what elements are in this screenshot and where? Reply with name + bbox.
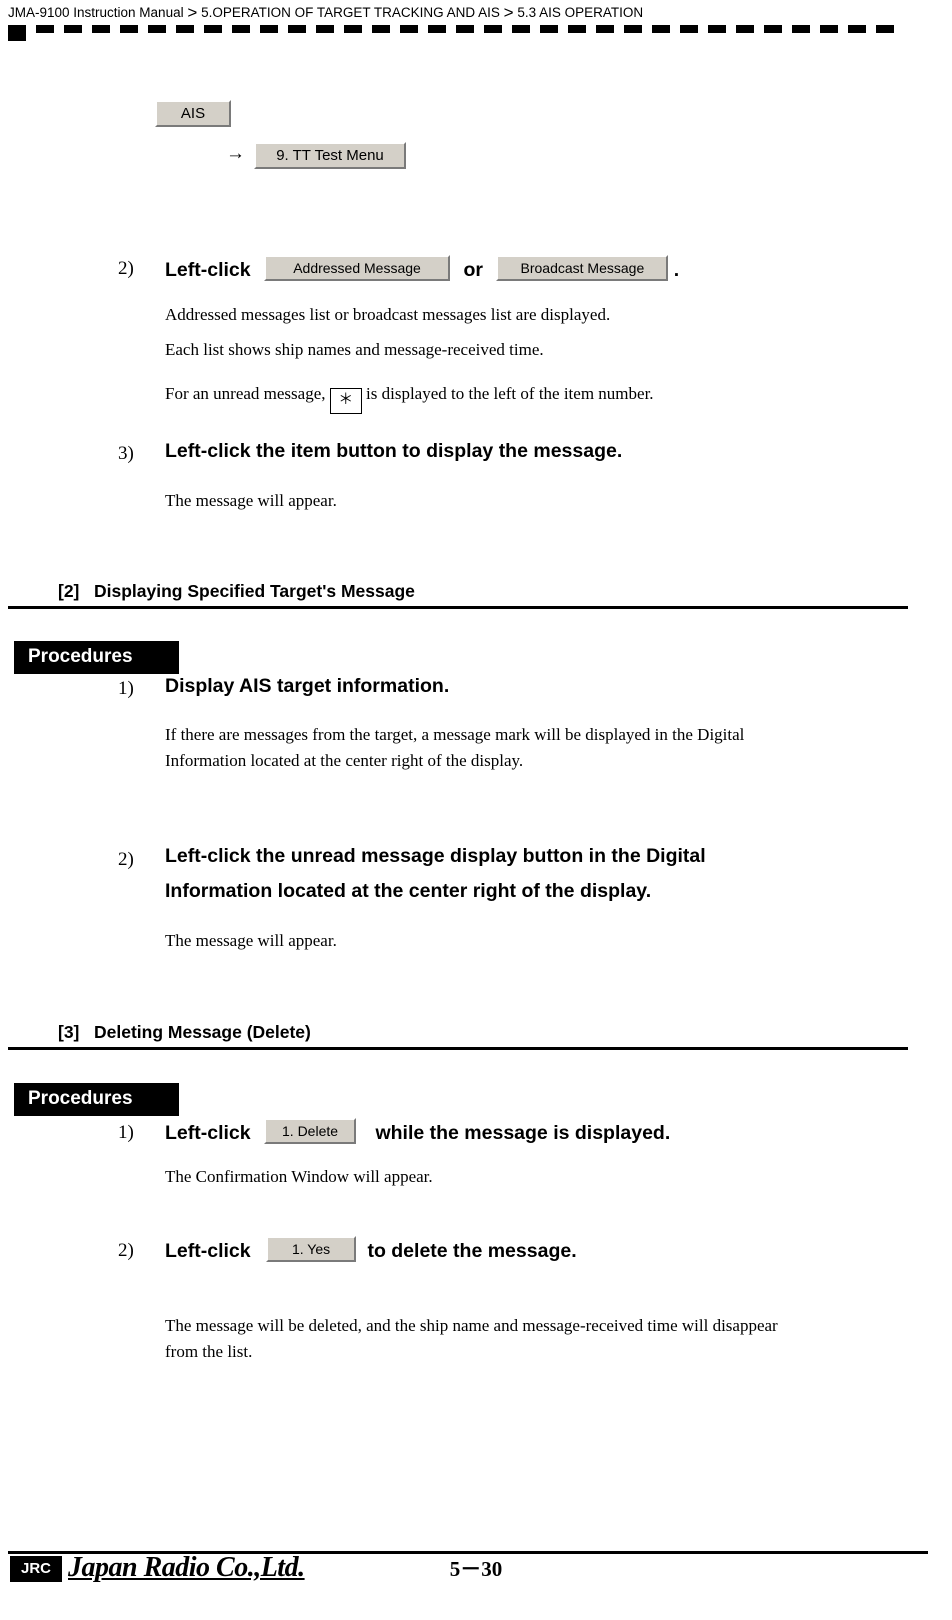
step-head-s3-2-prefix: Left-click (165, 1240, 251, 1262)
step-head-s2-2-line1: Left-click the unread message display bu… (165, 845, 706, 867)
yes-button[interactable]: 1. Yes (266, 1236, 357, 1262)
header-section: 5.3 AIS OPERATION (517, 5, 644, 20)
section-3-title: Deleting Message (Delete) (94, 1022, 311, 1042)
step-number-s2-1: 1) (118, 678, 134, 699)
step-head-s3-1-suffix: while the message is displayed. (375, 1122, 671, 1144)
step-head-s3-2-suffix: to delete the message. (367, 1240, 577, 1262)
delete-button[interactable]: 1. Delete (264, 1118, 357, 1144)
step-head-top-2-prefix: Left-click (165, 259, 251, 281)
broadcast-message-button[interactable]: Broadcast Message (496, 255, 669, 281)
unread-message-text-pre: For an unread message, (165, 384, 326, 403)
header-separator-2: > (503, 3, 514, 22)
page-number: 5－30 (449, 1557, 503, 1581)
header-separator-1: > (187, 3, 198, 22)
ais-button[interactable]: AIS (155, 100, 231, 127)
step-head-s3-2: Left-click 1. Yes to delete the message. (165, 1236, 577, 1263)
section-2-heading: [2] Displaying Specified Target's Message (58, 581, 415, 602)
section-3-heading: [3] Deleting Message (Delete) (58, 1022, 311, 1043)
step-body-s2-2: The message will appear. (165, 931, 337, 950)
section-2-rule (8, 606, 908, 609)
procedures-label-section-3: Procedures (14, 1083, 179, 1116)
step-number-s3-2: 2) (118, 1240, 134, 1261)
addressed-message-button[interactable]: Addressed Message (264, 255, 451, 281)
header-breadcrumb: JMA-9100 Instruction Manual > 5.OPERATIO… (8, 3, 643, 23)
step-head-s3-1: Left-click 1. Delete while the message i… (165, 1118, 670, 1145)
page-header: JMA-9100 Instruction Manual > 5.OPERATIO… (0, 0, 952, 26)
tt-test-menu-button[interactable]: 9. TT Test Menu (254, 142, 406, 169)
step-body-top-3: The message will appear. (165, 491, 337, 510)
procedures-label-section-2: Procedures (14, 641, 179, 674)
unread-message-text-post: is displayed to the left of the item num… (366, 384, 654, 403)
step-body-top-2-line3: For an unread message, ＊ is displayed to… (165, 382, 654, 414)
step-head-top-2: Left-click Addressed Message or Broadcas… (165, 255, 679, 282)
step-body-top-2-line1: Addressed messages list or broadcast mes… (165, 305, 611, 324)
step-body-s3-1: The Confirmation Window will appear. (165, 1167, 433, 1186)
step-body-s3-2-line2: from the list. (165, 1342, 253, 1361)
unread-mark-icon: ＊ (329, 388, 362, 414)
step-number-top-2: 2) (118, 258, 134, 279)
section-2-title: Displaying Specified Target's Message (94, 581, 415, 601)
step-head-s2-2-line2: Information located at the center right … (165, 880, 652, 902)
step-number-s2-2: 2) (118, 849, 134, 870)
step-body-s3-2-line1: The message will be deleted, and the shi… (165, 1316, 778, 1335)
header-chapter: 5.OPERATION OF TARGET TRACKING AND AIS (201, 5, 500, 20)
step-body-s2-1-line2: Information located at the center right … (165, 751, 524, 770)
step-head-top-2-period: . (673, 259, 680, 281)
step-head-top-3: Left-click the item button to display th… (165, 440, 623, 462)
step-head-s3-1-prefix: Left-click (165, 1122, 251, 1144)
header-dashed-rule (8, 25, 928, 41)
header-manual-title: JMA-9100 Instruction Manual (8, 5, 184, 20)
step-head-s2-1: Display AIS target information. (165, 675, 450, 697)
section-2-tag: [2] (58, 581, 80, 601)
section-3-tag: [3] (58, 1022, 80, 1042)
step-number-top-3: 3) (118, 443, 134, 464)
step-body-s2-1-line1: If there are messages from the target, a… (165, 725, 745, 744)
section-3-rule (8, 1047, 908, 1050)
step-number-s3-1: 1) (118, 1122, 134, 1143)
or-label: or (463, 259, 483, 281)
menu-path-arrow: → (226, 143, 245, 164)
step-body-top-2-line2: Each list shows ship names and message-r… (165, 340, 544, 359)
